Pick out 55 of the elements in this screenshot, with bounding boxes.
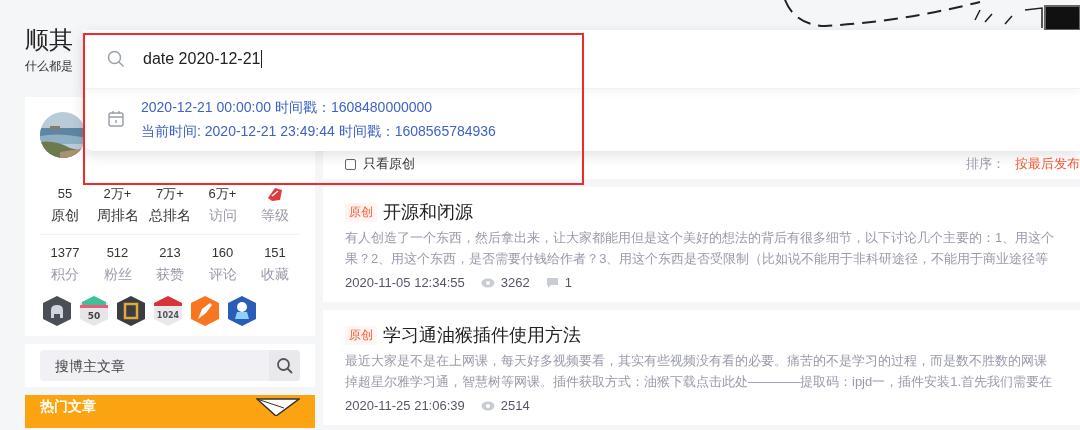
- article-date: 2020-11-25 21:06:39: [345, 398, 465, 413]
- original-only-checkbox[interactable]: 只看原创: [345, 155, 415, 173]
- stat-value: 213: [159, 245, 181, 261]
- badge-icon: [116, 295, 146, 327]
- original-tag: 原创: [345, 202, 377, 222]
- blog-subtitle: 什么都是: [25, 58, 73, 75]
- search-icon: [275, 356, 294, 375]
- query-input[interactable]: date 2020-12-21: [143, 50, 261, 68]
- calendar-icon: [107, 110, 125, 128]
- view-count: 2514: [500, 398, 530, 413]
- article-title[interactable]: 开源和闭源: [383, 199, 473, 225]
- badge-icon: 50: [79, 295, 109, 327]
- stat-value: 160: [211, 245, 234, 261]
- sort-label: 排序：: [966, 155, 1005, 173]
- paper-plane-icon: [256, 398, 300, 416]
- stat-label: 获赞: [156, 265, 184, 283]
- stat-label: 等级: [261, 206, 289, 224]
- blog-search-field[interactable]: 搜博主文章: [40, 350, 269, 381]
- article-date: 2020-11-05 12:34:55: [345, 275, 465, 290]
- stat-label: 粉丝: [103, 265, 132, 283]
- astronaut-badge-icon: [227, 295, 257, 327]
- stat-value: 512: [106, 245, 129, 261]
- comment-count: 1: [564, 275, 572, 290]
- stat-label: 总排名: [149, 206, 191, 224]
- hot-articles-title: 热门文章: [40, 398, 96, 416]
- stat-label: 原创: [51, 206, 79, 224]
- result-text: 2020-12-21 00:00:00 时间戳：1608480000000: [141, 98, 434, 117]
- result-text: 当前时间: 2020-12-21 23:49:44 时间戳：1608565784936: [141, 122, 496, 141]
- badge-icon: 1024: [153, 295, 183, 327]
- article-title[interactable]: 学习通油猴插件使用方法: [383, 322, 581, 348]
- pen-badge-icon: [190, 295, 220, 327]
- eye-icon: [480, 277, 495, 288]
- stat-value: 2万+: [103, 186, 132, 202]
- result-item[interactable]: 2020-12-21 00:00:00 时间戳：1608480000000 当前时间: 2020-12-21 23:49:44 时间戳：1608565784936: [87, 89, 516, 151]
- stat-label: 访问: [208, 206, 237, 224]
- stat-label: 周排名: [96, 206, 139, 224]
- search-icon: [107, 50, 125, 68]
- original-tag: 原创: [345, 325, 377, 345]
- stat-label: 评论: [208, 265, 237, 283]
- stat-value: 151: [264, 245, 286, 261]
- article-summary: 最近大家是不是在上网课，每天好多视频要看，其实有些视频没有看的必要。痛苦的不是学习的过程，而是数不胜数的网课: [345, 352, 1048, 370]
- text-caret: [261, 50, 263, 68]
- level-icon: [266, 186, 284, 202]
- search-button[interactable]: [269, 350, 300, 381]
- article-summary: 果？2、用这个东西，是否需要付钱给作者？3、用这个东西是否受限制（比如说不能用于非科研途径，不能用于商业途径等: [345, 250, 1050, 268]
- stat-value: 1377: [50, 245, 80, 261]
- blog-title: 顺其: [25, 25, 73, 55]
- stat-label: 收藏: [261, 265, 289, 283]
- stat-value: 7万+: [156, 186, 184, 202]
- stat-value: 6万+: [208, 186, 237, 202]
- stat-value: 55: [57, 186, 73, 202]
- view-count: 3262: [500, 275, 530, 290]
- eye-icon: [480, 400, 495, 411]
- comment-icon: [545, 276, 559, 289]
- stat-label: 积分: [51, 265, 79, 283]
